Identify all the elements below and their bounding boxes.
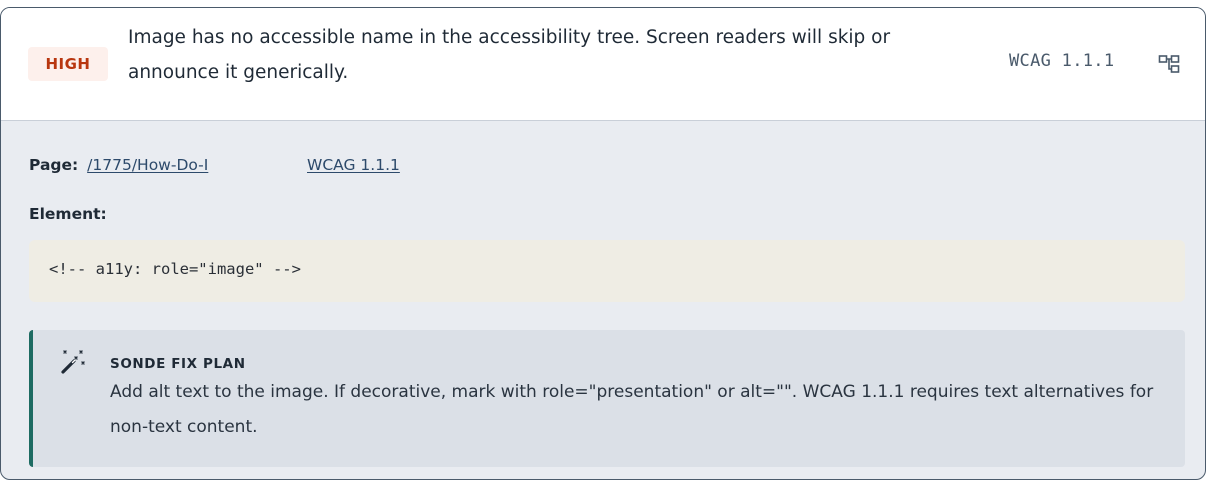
fix-plan-text: Add alt text to the image. If decorative… [110, 382, 1154, 437]
magic-wand-icon [57, 347, 89, 377]
page-label: Page: [29, 156, 79, 174]
severity-badge: HIGH [28, 47, 108, 81]
element-code: <!-- a11y: role="image" --> [49, 260, 301, 278]
page-row: Page: /1775/How-Do-I [29, 156, 208, 174]
issue-description: Image has no accessible name in the acce… [128, 27, 891, 83]
fix-plan-title: SONDE FIX PLAN [110, 356, 246, 372]
page-link[interactable]: /1775/How-Do-I [87, 156, 208, 174]
element-code-block: <!-- a11y: role="image" --> [29, 240, 1185, 302]
wcag-link[interactable]: WCAG 1.1.1 [307, 156, 400, 174]
accessibility-tree-icon[interactable] [1158, 54, 1180, 74]
fix-plan-box: SONDE FIX PLAN Add alt text to the image… [29, 330, 1185, 467]
issue-card: HIGH Image has no accessible name in the… [0, 7, 1206, 480]
element-label: Element: [29, 205, 107, 223]
wcag-reference: WCAG 1.1.1 [1009, 51, 1115, 71]
issue-header[interactable]: HIGH Image has no accessible name in the… [1, 8, 1205, 121]
